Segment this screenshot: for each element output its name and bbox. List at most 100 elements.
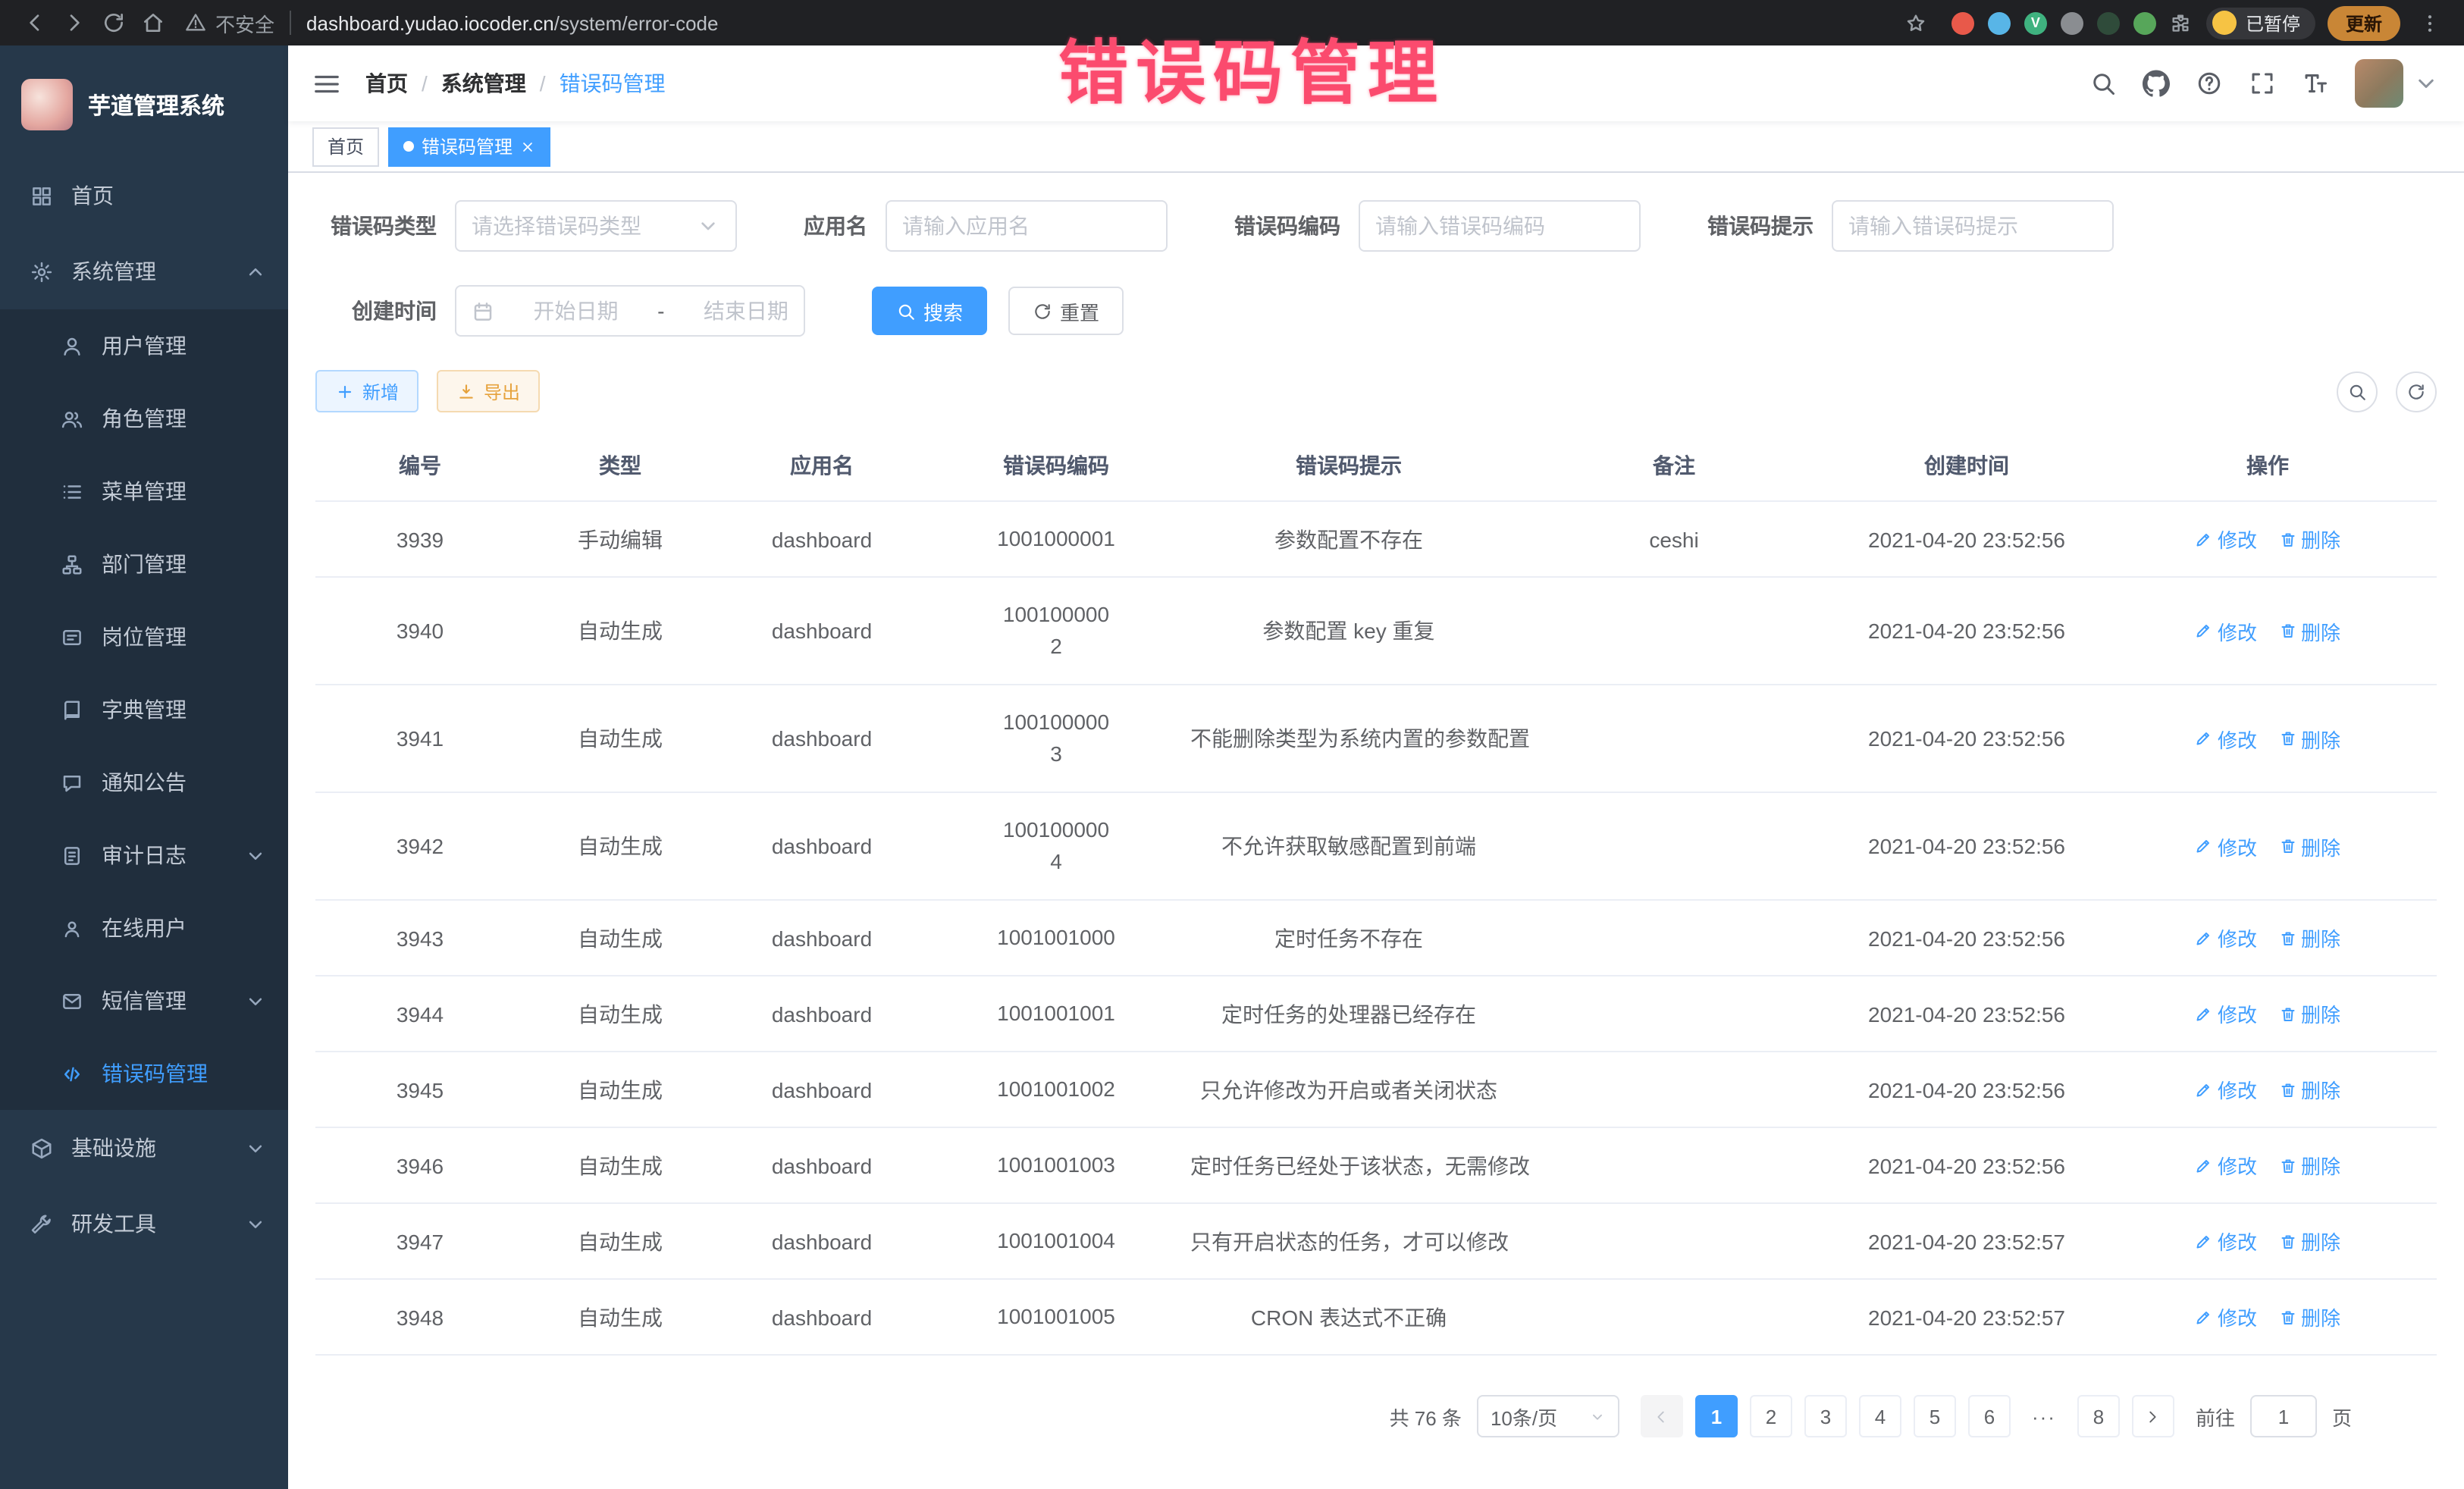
page-button[interactable]: 2 <box>1750 1395 1792 1437</box>
delete-link[interactable]: 删除 <box>2278 923 2340 952</box>
sidebar-item-error-code[interactable]: 错误码管理 <box>0 1037 288 1110</box>
add-button[interactable]: 新增 <box>315 370 419 412</box>
sidebar-collapse-button[interactable] <box>312 69 341 98</box>
edit-link[interactable]: 修改 <box>2195 923 2257 952</box>
delete-link[interactable]: 删除 <box>2278 724 2340 753</box>
edit-link[interactable]: 修改 <box>2195 832 2257 860</box>
extension-letter: V <box>2031 15 2040 30</box>
delete-link[interactable]: 删除 <box>2278 1151 2340 1180</box>
extension-icon[interactable] <box>1988 11 2011 34</box>
page-size-select[interactable]: 10条/页 <box>1477 1395 1619 1437</box>
delete-link[interactable]: 删除 <box>2278 1075 2340 1104</box>
more-pages-button[interactable]: ··· <box>2023 1395 2065 1437</box>
cell-msg: 定时任务不存在 <box>1184 900 1513 976</box>
prev-page-button[interactable] <box>1641 1395 1683 1437</box>
delete-link[interactable]: 删除 <box>2278 999 2340 1028</box>
sidebar-item-menus[interactable]: 菜单管理 <box>0 455 288 528</box>
tab-error-code[interactable]: 错误码管理 <box>388 127 550 166</box>
help-icon[interactable] <box>2196 70 2223 97</box>
sidebar-item-system[interactable]: 系统管理 <box>0 234 288 309</box>
next-page-button[interactable] <box>2132 1395 2174 1437</box>
sidebar-item-dictionary[interactable]: 字典管理 <box>0 673 288 746</box>
extension-icon[interactable] <box>2097 11 2120 34</box>
profile-chip[interactable]: 已暂停 <box>2206 7 2315 39</box>
cell-app: dashboard <box>716 685 928 792</box>
extension-icon[interactable] <box>2061 11 2083 34</box>
pagination: 共 76 条 10条/页 1 2 3 4 5 6 ··· 8 <box>315 1395 2437 1437</box>
delete-link[interactable]: 删除 <box>2278 1302 2340 1331</box>
fullscreen-icon[interactable] <box>2249 70 2276 97</box>
search-icon[interactable] <box>2089 70 2117 97</box>
sidebar-item-audit-log[interactable]: 审计日志 <box>0 819 288 892</box>
extension-icon[interactable] <box>2133 11 2156 34</box>
sidebar-item-dev-tools[interactable]: 研发工具 <box>0 1186 288 1262</box>
edit-link[interactable]: 修改 <box>2195 999 2257 1028</box>
app-name-input[interactable] <box>902 214 1151 238</box>
sidebar-item-home[interactable]: 首页 <box>0 158 288 234</box>
extension-icon[interactable]: V <box>2024 11 2047 34</box>
user-menu[interactable] <box>2355 59 2440 108</box>
edit-link[interactable]: 修改 <box>2195 1227 2257 1255</box>
browser-forward-button[interactable] <box>55 3 94 42</box>
extension-icon[interactable] <box>1951 11 1974 34</box>
filter-label: 应用名 <box>804 211 867 241</box>
edit-link[interactable]: 修改 <box>2195 1302 2257 1331</box>
delete-link[interactable]: 删除 <box>2278 1227 2340 1255</box>
sidebar-item-sms[interactable]: 短信管理 <box>0 964 288 1037</box>
search-button[interactable]: 搜索 <box>872 287 987 335</box>
sidebar-item-posts[interactable]: 岗位管理 <box>0 600 288 673</box>
toggle-search-button[interactable] <box>2337 371 2378 412</box>
extensions-puzzle-icon[interactable] <box>2170 12 2191 33</box>
error-code-input[interactable] <box>1375 214 1624 238</box>
breadcrumb-section[interactable]: 系统管理 <box>441 68 526 99</box>
browser-reload-button[interactable] <box>94 3 133 42</box>
page-button[interactable]: 8 <box>2077 1395 2120 1437</box>
sidebar-item-infrastructure[interactable]: 基础设施 <box>0 1110 288 1186</box>
browser-menu-icon[interactable] <box>2409 3 2449 42</box>
sidebar-item-label: 通知公告 <box>102 767 187 798</box>
cell-app: dashboard <box>716 1279 928 1355</box>
page-button[interactable]: 4 <box>1859 1395 1901 1437</box>
github-icon[interactable] <box>2143 70 2170 97</box>
browser-back-button[interactable] <box>15 3 55 42</box>
security-indicator[interactable]: 不安全 <box>185 8 274 37</box>
reset-button[interactable]: 重置 <box>1008 287 1124 335</box>
total-count: 共 76 条 <box>1390 1402 1462 1431</box>
delete-link[interactable]: 删除 <box>2278 525 2340 553</box>
bookmark-star-icon[interactable] <box>1897 3 1936 42</box>
tab-label: 首页 <box>328 133 364 159</box>
edit-link[interactable]: 修改 <box>2195 724 2257 753</box>
date-range-picker[interactable]: 开始日期 - 结束日期 <box>455 285 805 337</box>
font-size-icon[interactable] <box>2302 70 2329 97</box>
error-msg-input[interactable] <box>1848 214 2097 238</box>
extensions-row: V <box>1951 11 2191 34</box>
error-type-select[interactable]: 请选择错误码类型 <box>455 200 737 252</box>
sidebar-item-notices[interactable]: 通知公告 <box>0 746 288 819</box>
browser-home-button[interactable] <box>133 3 173 42</box>
tab-home[interactable]: 首页 <box>312 127 379 166</box>
page-button[interactable]: 1 <box>1695 1395 1738 1437</box>
edit-link[interactable]: 修改 <box>2195 525 2257 553</box>
edit-link[interactable]: 修改 <box>2195 1151 2257 1180</box>
browser-update-button[interactable]: 更新 <box>2328 5 2400 40</box>
delete-link[interactable]: 删除 <box>2278 616 2340 645</box>
cell-type: 自动生成 <box>525 900 716 976</box>
page-button[interactable]: 5 <box>1914 1395 1956 1437</box>
cell-id: 3944 <box>315 976 525 1052</box>
delete-link[interactable]: 删除 <box>2278 832 2340 860</box>
goto-page-input[interactable] <box>2250 1395 2317 1437</box>
chevron-down-icon <box>1589 1408 1606 1425</box>
sidebar-item-roles[interactable]: 角色管理 <box>0 382 288 455</box>
sidebar-item-departments[interactable]: 部门管理 <box>0 528 288 600</box>
sidebar-item-users[interactable]: 用户管理 <box>0 309 288 382</box>
edit-link[interactable]: 修改 <box>2195 1075 2257 1104</box>
edit-link[interactable]: 修改 <box>2195 616 2257 645</box>
page-button[interactable]: 6 <box>1968 1395 2011 1437</box>
page-button[interactable]: 3 <box>1804 1395 1847 1437</box>
sidebar-item-online-users[interactable]: 在线用户 <box>0 892 288 964</box>
cell-id: 3941 <box>315 685 525 792</box>
export-button[interactable]: 导出 <box>437 370 540 412</box>
refresh-table-button[interactable] <box>2396 371 2437 412</box>
breadcrumb-home[interactable]: 首页 <box>365 68 408 99</box>
close-icon[interactable] <box>520 139 535 154</box>
